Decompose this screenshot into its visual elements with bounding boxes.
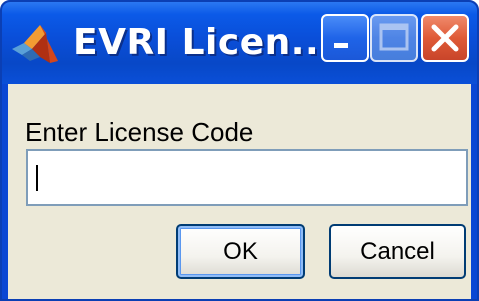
close-x-icon (431, 24, 459, 52)
license-dialog-window: EVRI Licen... Enter License Code OK Canc… (0, 0, 479, 301)
minimize-button[interactable] (321, 14, 369, 62)
minimize-icon (334, 43, 348, 48)
license-code-input[interactable] (26, 149, 468, 206)
matlab-icon (10, 19, 60, 69)
ok-button[interactable]: OK (176, 224, 305, 279)
window-title: EVRI Licen... (73, 22, 334, 63)
close-button[interactable] (421, 14, 469, 62)
cancel-button[interactable]: Cancel (329, 224, 466, 279)
text-caret (36, 165, 38, 191)
license-code-label: Enter License Code (25, 117, 254, 147)
maximize-button[interactable] (370, 14, 418, 62)
maximize-icon (379, 23, 409, 51)
title-bar[interactable]: EVRI Licen... (2, 2, 477, 84)
dialog-body: Enter License Code OK Cancel (8, 84, 471, 299)
